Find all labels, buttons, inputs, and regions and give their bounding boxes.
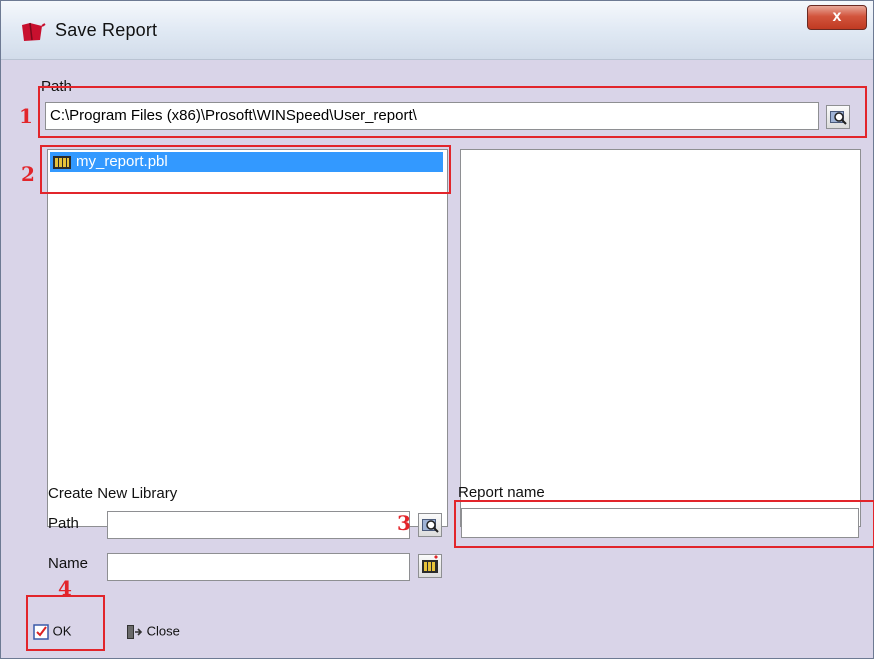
new-library-path-browse-button[interactable]: [418, 513, 442, 537]
annotation-marker-1: 1: [19, 104, 33, 128]
annotation-box-1: [38, 86, 867, 138]
new-library-path-input[interactable]: [107, 511, 410, 539]
annotation-marker-4: 4: [58, 576, 72, 600]
dialog-body: Path C:\Program Files (x86)\Prosoft\WINS…: [9, 59, 874, 655]
annotation-marker-2: 2: [21, 162, 35, 186]
exit-door-icon: [127, 624, 143, 639]
new-library-name-label: Name: [48, 555, 89, 572]
annotation-marker-3: 3: [397, 511, 411, 535]
annotation-box-3: [454, 500, 874, 548]
new-library-path-label: Path: [48, 515, 79, 532]
annotation-box-4: [26, 595, 105, 651]
report-app-icon: [22, 22, 46, 41]
report-listbox[interactable]: [460, 149, 861, 527]
window-title: Save Report: [55, 20, 158, 40]
create-library-button[interactable]: [418, 554, 442, 578]
close-button[interactable]: Close: [125, 618, 180, 644]
close-label: Close: [146, 623, 180, 639]
title-bar[interactable]: Save Report x: [1, 1, 873, 60]
new-library-icon: [422, 555, 438, 573]
save-report-dialog: Save Report x Path C:\Program Files (x86…: [0, 0, 874, 659]
new-library-name-input[interactable]: [107, 553, 410, 581]
folder-search-icon: [422, 519, 439, 533]
report-name-label: Report name: [458, 484, 545, 501]
annotation-box-2: [40, 145, 451, 194]
create-new-library-label: Create New Library: [48, 485, 178, 502]
library-listbox[interactable]: my_report.pbl: [47, 149, 448, 527]
close-window-button[interactable]: x: [807, 5, 867, 30]
close-icon: x: [832, 8, 842, 25]
